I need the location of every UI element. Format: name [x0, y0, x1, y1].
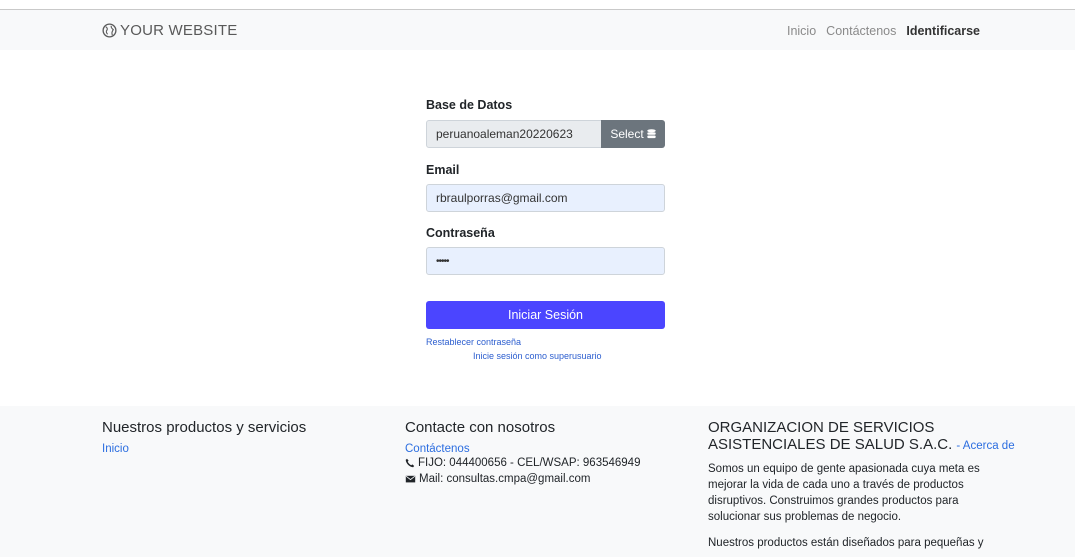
email-label: Email	[426, 163, 460, 177]
footer-about-line: disruptivos. Construimos grandes product…	[708, 495, 959, 507]
footer-phone-line: FIJO: 044400656 - CEL/WSAP: 963546949	[405, 455, 640, 471]
footer-about-heading-company: ASISTENCIALES DE SALUD S.A.C.	[708, 436, 953, 453]
phone-icon	[405, 458, 415, 468]
nav-links: Inicio Contáctenos Identificarse	[787, 24, 980, 38]
footer-mail-text: Mail: consultas.cmpa@gmail.com	[419, 473, 591, 485]
nav-link-inicio[interactable]: Inicio	[787, 24, 816, 38]
footer-about-paragraph: Somos un equipo de gente apasionada cuya…	[708, 461, 1015, 525]
footer-inicio-link[interactable]: Inicio	[102, 443, 306, 455]
footer: Nuestros productos y servicios Inicio Co…	[0, 406, 1075, 557]
footer-about-heading-line1: ORGANIZACION DE SERVICIOS	[708, 419, 935, 436]
email-field[interactable]: rbraulporras@gmail.com	[426, 184, 665, 212]
login-button[interactable]: Iniciar Sesión	[426, 301, 665, 329]
database-icon	[646, 129, 656, 139]
footer-products-column: Nuestros productos y servicios Inicio	[102, 419, 306, 455]
database-select-button[interactable]: Select	[601, 120, 665, 148]
footer-about-link[interactable]: - Acerca de	[956, 440, 1014, 452]
footer-phone-text: FIJO: 044400656 - CEL/WSAP: 963546949	[418, 457, 641, 469]
brand-logo[interactable]: YOUR WEBSITE	[102, 22, 237, 39]
footer-about-heading-line2: ASISTENCIALES DE SALUD S.A.C. - Acerca d…	[708, 436, 1015, 455]
database-label: Base de Datos	[426, 98, 513, 112]
footer-mail-line: Mail: consultas.cmpa@gmail.com	[405, 471, 640, 487]
footer-contactenos-link[interactable]: Contáctenos	[405, 443, 640, 455]
superuser-login-link[interactable]: Inicie sesión como superusuario	[473, 351, 602, 361]
footer-about-column: ORGANIZACION DE SERVICIOS ASISTENCIALES …	[708, 419, 1015, 551]
reset-password-link[interactable]: Restablecer contraseña	[426, 337, 521, 347]
footer-about-line: Somos un equipo de gente apasionada cuya…	[708, 463, 980, 475]
footer-about-line: solucionar sus problemas de negocio.	[708, 511, 902, 523]
nav-link-contactenos[interactable]: Contáctenos	[826, 24, 896, 38]
footer-contact-column: Contacte con nosotros Contáctenos FIJO: …	[405, 419, 640, 487]
password-label: Contraseña	[426, 226, 495, 240]
brand-text: YOUR WEBSITE	[120, 22, 238, 39]
navbar: YOUR WEBSITE Inicio Contáctenos Identifi…	[0, 10, 1075, 50]
globe-icon	[102, 23, 117, 38]
footer-about-paragraph-2: Nuestros productos están diseñados para …	[708, 537, 984, 549]
envelope-icon	[405, 475, 416, 483]
footer-products-heading: Nuestros productos y servicios	[102, 419, 307, 436]
database-field[interactable]: peruanoaleman20220623	[426, 120, 602, 148]
nav-link-identificarse[interactable]: Identificarse	[906, 24, 980, 38]
password-field[interactable]: •••••	[426, 247, 665, 275]
select-button-label: Select	[610, 127, 644, 141]
footer-contact-heading: Contacte con nosotros	[405, 419, 556, 436]
footer-about-line: mejorar la vida de cada uno a través de …	[708, 479, 964, 491]
